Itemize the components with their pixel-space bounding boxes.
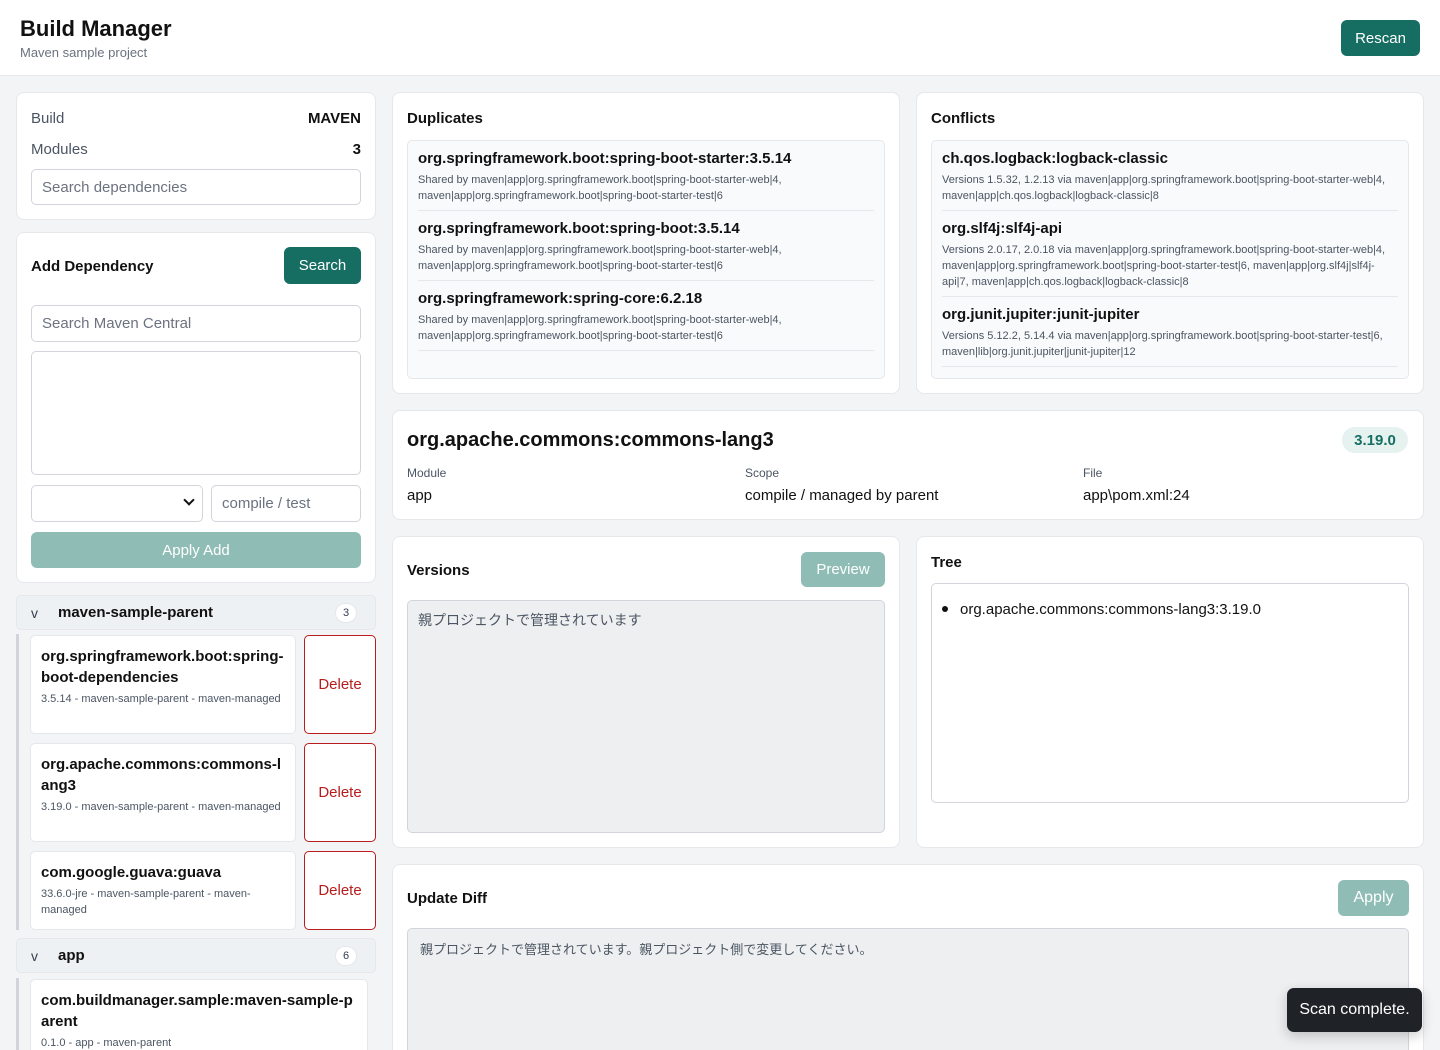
dependency-count-badge: 6 — [335, 946, 357, 966]
version-select[interactable] — [31, 485, 203, 522]
dependency-search-input[interactable]: Search dependencies — [31, 169, 361, 205]
versions-textarea[interactable]: 親プロジェクトで管理されています — [407, 600, 885, 833]
conflict-desc: Versions 2.0.17, 2.0.18 via maven|app|or… — [942, 242, 1398, 297]
conflicts-card: Conflicts ch.qos.logback:logback-classic… — [916, 92, 1424, 394]
build-label: Build — [31, 110, 65, 127]
dependency-card[interactable]: org.apache.commons:commons-lang3 3.19.0 … — [30, 743, 296, 842]
duplicates-list[interactable]: org.springframework.boot:spring-boot-sta… — [407, 140, 885, 379]
conflict-title: org.junit.jupiter:junit-jupiter — [942, 306, 1140, 323]
preview-button[interactable]: Preview — [801, 552, 885, 587]
search-results-list[interactable] — [31, 351, 361, 475]
delete-button[interactable]: Delete — [304, 851, 376, 930]
search-button[interactable]: Search — [284, 247, 361, 284]
conflicts-title: Conflicts — [931, 110, 996, 127]
tree-view[interactable]: org.apache.commons:commons-lang3:3.19.0 — [931, 583, 1409, 803]
summary-card: Build MAVEN Modules 3 Search dependencie… — [16, 92, 376, 220]
duplicate-desc: Shared by maven|app|org.springframework.… — [418, 242, 874, 281]
duplicate-desc: Shared by maven|app|org.springframework.… — [418, 312, 874, 351]
group-divider — [16, 634, 19, 930]
add-dependency-card: Add Dependency Search Search Maven Centr… — [16, 232, 376, 583]
dependency-name: com.google.guava:guava — [41, 864, 222, 881]
duplicates-card: Duplicates org.springframework.boot:spri… — [392, 92, 900, 394]
conflicts-list[interactable]: ch.qos.logback:logback-classic Versions … — [931, 140, 1409, 379]
conflict-desc: Versions 1.5.32, 1.2.13 via maven|app|or… — [942, 172, 1398, 211]
add-dependency-title: Add Dependency — [31, 258, 154, 275]
dependency-meta: 0.1.0 - app - maven-parent — [41, 1037, 172, 1049]
scope-input[interactable]: compile / test — [211, 485, 361, 522]
conflict-title: org.slf4j:slf4j-api — [942, 220, 1063, 237]
list-item[interactable]: ch.qos.logback:logback-classic Versions … — [932, 141, 1408, 211]
scope-value: compile / managed by parent — [745, 487, 939, 504]
top-bar: Build Manager Maven sample project Resca… — [0, 0, 1440, 76]
module-label: Module — [407, 466, 447, 480]
chevron-down-icon — [183, 494, 195, 506]
list-item[interactable]: org.slf4j:slf4j-api Versions 2.0.17, 2.0… — [932, 211, 1408, 297]
dependency-name: org.apache.commons:commons-lang3 — [41, 756, 282, 794]
modules-label: Modules — [31, 141, 88, 158]
maven-central-search-input[interactable]: Search Maven Central — [31, 305, 361, 342]
file-value: app\pom.xml:24 — [1083, 487, 1190, 504]
module-group-header[interactable]: v maven-sample-parent 3 — [16, 595, 376, 630]
dependency-meta: 33.6.0-jre - maven-sample-parent - maven… — [41, 888, 251, 916]
toast-notification: Scan complete. — [1287, 988, 1422, 1032]
list-item[interactable]: org.springframework.boot:spring-boot:3.5… — [408, 211, 884, 281]
duplicates-title: Duplicates — [407, 110, 483, 127]
delete-button[interactable]: Delete — [304, 743, 376, 842]
duplicate-desc: Shared by maven|app|org.springframework.… — [418, 172, 874, 211]
tree-title: Tree — [931, 554, 962, 571]
module-value: app — [407, 487, 433, 504]
dependency-meta: 3.5.14 - maven-sample-parent - maven-man… — [41, 693, 281, 705]
dependency-card[interactable]: com.google.guava:guava 33.6.0-jre - mave… — [30, 851, 296, 930]
duplicate-title: org.springframework:spring-core:6.2.18 — [418, 290, 703, 307]
apply-add-button[interactable]: Apply Add — [31, 532, 361, 568]
delete-button[interactable]: Delete — [304, 635, 376, 734]
modules-value: 3 — [352, 141, 361, 158]
module-group-header[interactable]: v app 6 — [16, 938, 376, 973]
build-value: MAVEN — [307, 110, 361, 127]
update-diff-title: Update Diff — [407, 890, 487, 907]
file-label: File — [1083, 466, 1103, 480]
update-diff-textarea[interactable]: 親プロジェクトで管理されています。親プロジェクト側で変更してください。 — [407, 928, 1409, 1050]
module-group-name: app — [58, 947, 85, 964]
project-subtitle: Maven sample project — [20, 45, 148, 60]
conflict-desc: Versions 5.12.2, 5.14.4 via maven|app|or… — [942, 328, 1398, 367]
module-group-name: maven-sample-parent — [58, 604, 214, 621]
dependency-name: org.springframework.boot:spring-boot-dep… — [41, 648, 284, 686]
rescan-button[interactable]: Rescan — [1341, 20, 1420, 56]
duplicate-title: org.springframework.boot:spring-boot-sta… — [418, 150, 792, 167]
detail-title: org.apache.commons:commons-lang3 — [407, 429, 774, 451]
version-badge: 3.19.0 — [1342, 427, 1408, 453]
group-divider — [16, 978, 19, 1050]
versions-card: Versions Preview 親プロジェクトで管理されています — [392, 536, 900, 848]
bullet-icon — [942, 606, 948, 612]
collapse-caret-icon[interactable]: v — [31, 948, 38, 964]
collapse-caret-icon[interactable]: v — [31, 605, 38, 621]
list-item[interactable]: org.springframework:spring-core:6.2.18 S… — [408, 281, 884, 351]
dependency-card[interactable]: org.springframework.boot:spring-boot-dep… — [30, 635, 296, 734]
update-diff-card: Update Diff Apply 親プロジェクトで管理されています。親プロジェ… — [392, 864, 1424, 1050]
dependency-name: com.buildmanager.sample:maven-sample-par… — [41, 992, 353, 1030]
list-item[interactable]: org.springframework.boot:spring-boot-sta… — [408, 141, 884, 211]
dependency-meta: 3.19.0 - maven-sample-parent - maven-man… — [41, 801, 281, 813]
dependency-card[interactable]: com.buildmanager.sample:maven-sample-par… — [30, 979, 368, 1050]
duplicate-title: org.springframework.boot:spring-boot:3.5… — [418, 220, 740, 237]
list-item[interactable]: org.junit.jupiter:junit-jupiter Versions… — [932, 297, 1408, 367]
conflict-title: ch.qos.logback:logback-classic — [942, 150, 1168, 167]
app-title: Build Manager — [20, 16, 172, 41]
tree-node[interactable]: org.apache.commons:commons-lang3:3.19.0 — [960, 601, 1261, 618]
apply-button[interactable]: Apply — [1338, 880, 1409, 916]
scope-label: Scope — [745, 466, 780, 480]
versions-title: Versions — [407, 562, 470, 579]
dependency-count-badge: 3 — [335, 603, 357, 623]
